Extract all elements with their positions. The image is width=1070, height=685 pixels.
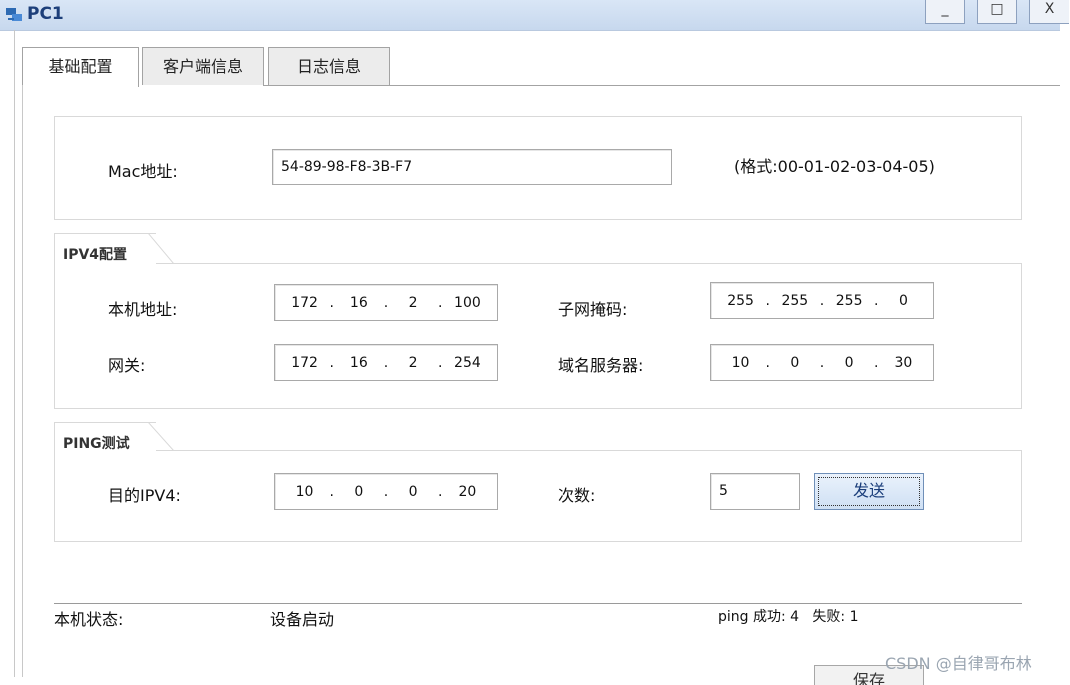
dest-ip-field[interactable]: 10. 0. 0. 20 — [274, 473, 498, 510]
legend-corner — [148, 422, 174, 458]
ip-octet: 255 — [727, 292, 754, 309]
dns-label: 域名服务器: — [558, 356, 644, 375]
dns-server-field[interactable]: 10. 0. 0. 30 — [710, 344, 934, 381]
status-value: 设备启动 — [270, 610, 335, 629]
ip-dot: . — [383, 354, 389, 371]
ip-dot: . — [765, 292, 770, 309]
status-divider — [54, 603, 1022, 604]
subnet-mask-label: 子网掩码: — [558, 300, 628, 319]
ping-legend: PING测试 — [54, 422, 156, 452]
ip-dot: . — [438, 294, 443, 311]
ip-dot: . — [383, 483, 389, 500]
ip-octet: 2 — [408, 354, 418, 371]
ip-dot: . — [383, 294, 389, 311]
ip-octet: 0 — [844, 354, 854, 371]
ip-octet: 16 — [349, 294, 368, 311]
title-bar: PC1 — [0, 0, 1060, 31]
dest-ip-label: 目的IPV4: — [108, 486, 181, 505]
close-button[interactable]: X — [1029, 0, 1069, 24]
subnet-mask-field[interactable]: 255. 255. 255. 0 — [710, 282, 934, 319]
maximize-button[interactable]: □ — [977, 0, 1017, 24]
window-frame — [14, 30, 15, 677]
minimize-button[interactable]: _ — [925, 0, 965, 24]
ip-dot: . — [329, 354, 334, 371]
ip-octet: 172 — [291, 354, 318, 371]
ip-octet: 255 — [835, 292, 863, 309]
ip-dot: . — [874, 354, 879, 371]
ip-octet: 0 — [354, 483, 364, 500]
ip-dot: . — [819, 354, 825, 371]
ip-dot: . — [329, 483, 334, 500]
ip-dot: . — [819, 292, 825, 309]
mac-address-field[interactable]: 54-89-98-F8-3B-F7 — [272, 149, 672, 185]
ip-octet: 0 — [408, 483, 418, 500]
ip-dot: . — [438, 354, 443, 371]
mac-format-hint: (格式:00-01-02-03-04-05) — [734, 157, 935, 176]
ip-octet: 255 — [781, 292, 809, 309]
ip-dot: . — [329, 294, 334, 311]
tab-divider — [263, 85, 1060, 86]
status-label: 本机状态: — [54, 610, 124, 629]
send-button[interactable]: 发送 — [814, 473, 924, 510]
watermark: CSDN @自律哥布林 — [885, 654, 1032, 673]
ip-octet: 0 — [898, 292, 908, 309]
ip-octet: 10 — [295, 483, 314, 500]
ip-octet: 172 — [291, 294, 318, 311]
local-ip-label: 本机地址: — [108, 300, 178, 319]
ip-octet: 100 — [454, 294, 481, 311]
pc-app-icon — [6, 8, 22, 21]
tab-client-info[interactable]: 客户端信息 — [142, 47, 264, 85]
local-ip-field[interactable]: 172. 16. 2. 100 — [274, 284, 498, 321]
ip-dot: . — [765, 354, 770, 371]
tab-panel-border — [22, 85, 23, 677]
mac-label: Mac地址: — [108, 162, 178, 181]
count-label: 次数: — [558, 486, 596, 505]
ip-octet: 10 — [731, 354, 750, 371]
ip-octet: 30 — [894, 354, 913, 371]
window-controls: _ □ X — [925, 0, 1070, 26]
ip-dot: . — [874, 292, 879, 309]
ip-octet: 16 — [349, 354, 368, 371]
ip-octet: 20 — [458, 483, 477, 500]
ip-octet: 254 — [454, 354, 481, 371]
ping-count-field[interactable]: 5 — [710, 473, 800, 510]
ipv4-legend: IPV4配置 — [54, 233, 156, 265]
tab-basic-config[interactable]: 基础配置 — [22, 47, 139, 87]
gateway-label: 网关: — [108, 356, 146, 375]
ping-result: ping 成功: 4 失败: 1 — [718, 609, 859, 625]
gateway-field[interactable]: 172. 16. 2. 254 — [274, 344, 498, 381]
window-title: PC1 — [27, 4, 64, 24]
ip-dot: . — [438, 483, 443, 500]
ip-octet: 2 — [408, 294, 418, 311]
tab-log-info[interactable]: 日志信息 — [268, 47, 390, 85]
ip-octet: 0 — [790, 354, 800, 371]
legend-corner — [148, 233, 174, 269]
